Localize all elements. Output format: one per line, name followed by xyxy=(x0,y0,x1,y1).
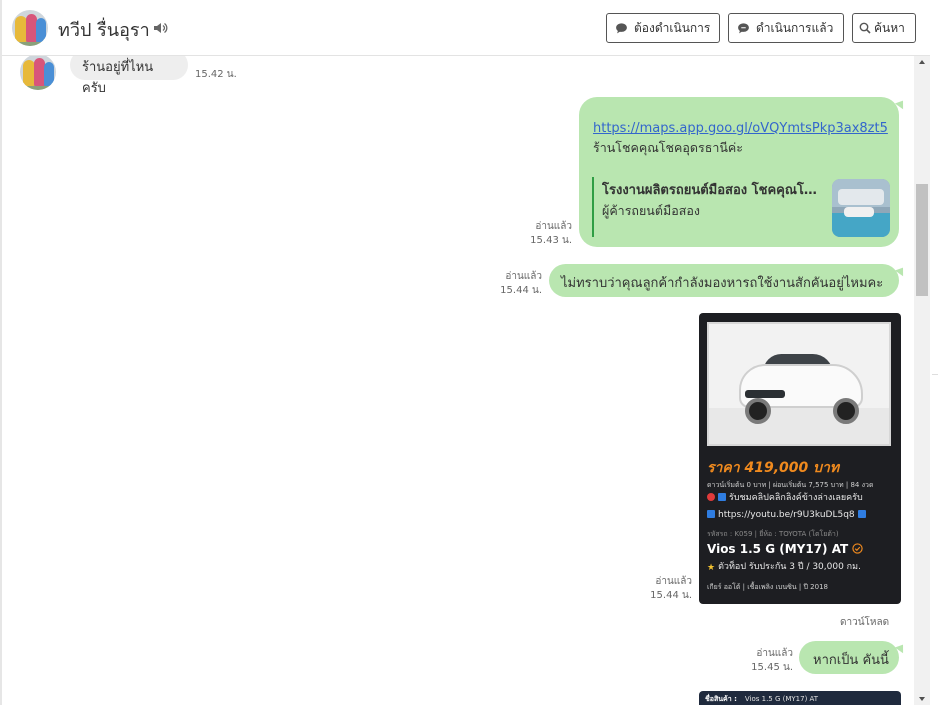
sender-avatar[interactable] xyxy=(20,56,56,90)
done-button-label: ดำเนินการแล้ว xyxy=(756,20,834,35)
car-image-message[interactable]: ราคา 419,000 บาท ดาวน์เริ่มต้น 0 บาท | ผ… xyxy=(699,313,901,604)
incoming-message[interactable]: ร้านอยู่ที่ไหนครับ xyxy=(70,56,188,96)
scroll-down-arrow[interactable] xyxy=(919,697,925,701)
message-text: หากเป็น คันนี้ xyxy=(813,653,889,668)
car-clip-line: รับชมคลิปคลิกลิงค์ข้างล่างเลยครับ xyxy=(707,492,863,504)
outgoing-message[interactable]: ไม่ทราบว่าคุณลูกค้ากำลังมองหารถใช้งานสัก… xyxy=(549,264,899,297)
map-link[interactable]: https://maps.app.goo.gl/oVQYmtsPkp3ax8zt… xyxy=(593,121,888,136)
arrow-down-icon xyxy=(857,510,866,518)
read-receipt: อ่านแล้ว xyxy=(655,576,692,587)
car-clip-text: รับชมคลิปคลิกลิงค์ข้างล่างเลยครับ xyxy=(729,493,863,503)
chat-scrollbar[interactable] xyxy=(914,56,930,705)
message-time: 15.45 น. xyxy=(751,662,793,673)
car-specs: เกียร์ ออโต้ | เชื้อเพลิง เบนซิน | ปี 20… xyxy=(707,583,828,591)
speaker-icon[interactable] xyxy=(152,20,168,36)
message-time: 15.43 น. xyxy=(530,235,572,246)
message-time: 15.44 น. xyxy=(500,285,542,296)
number-one-icon xyxy=(718,493,726,501)
read-receipt: อ่านแล้ว xyxy=(756,648,793,659)
sparkle-icon xyxy=(707,493,715,501)
outgoing-message[interactable]: หากเป็น คันนี้ xyxy=(799,641,899,674)
search-button-label: ค้นหา xyxy=(874,20,905,35)
star-icon: ★ xyxy=(707,563,716,573)
scroll-up-arrow[interactable] xyxy=(919,60,925,64)
read-receipt: อ่านแล้ว xyxy=(535,221,572,232)
car-finance: ดาวน์เริ่มต้น 0 บาท | ผ่อนเริ่มต้น 7,575… xyxy=(707,481,874,489)
chat-bubble-icon xyxy=(616,22,627,33)
car-model-text: Vios 1.5 G (MY17) AT xyxy=(707,542,849,556)
message-status: อ่านแล้ว 15.45 น. xyxy=(743,647,793,675)
message-status: อ่านแล้ว 15.43 น. xyxy=(522,220,572,248)
todo-button[interactable]: ต้องดำเนินการ xyxy=(606,13,720,43)
link-preview-title: โรงงานผลิตรถยนต์มือสอง โชคคุณโชค xyxy=(602,183,820,198)
car-youtube-line: https://youtu.be/r9U3kuDL5q8 xyxy=(707,509,869,521)
right-gutter xyxy=(930,0,938,705)
chat-header: ทวีป รื่นอุรา ต้องดำเนินการ ดำเนินการแล้… xyxy=(2,0,930,56)
divider xyxy=(932,374,938,375)
message-text: ไม่ทราบว่าคุณลูกค้ากำลังมองหารถใช้งานสัก… xyxy=(561,276,884,291)
car-photo xyxy=(707,322,891,446)
message-text: ร้านอยู่ที่ไหนครับ xyxy=(82,60,154,96)
car-code: รหัสรถ : K059 | ยี่ห้อ : TOYOTA (โตโยต้า… xyxy=(707,530,839,538)
done-button[interactable]: ดำเนินการแล้ว xyxy=(728,13,844,43)
check-box-icon xyxy=(707,510,715,518)
download-link[interactable]: ดาวน์โหลด xyxy=(840,615,889,630)
search-button[interactable]: ค้นหา xyxy=(852,13,916,43)
read-receipt: อ่านแล้ว xyxy=(505,271,542,282)
outgoing-message-link[interactable]: https://maps.app.goo.gl/oVQYmtsPkp3ax8zt… xyxy=(579,97,899,247)
message-status: อ่านแล้ว 15.44 น. xyxy=(492,270,542,298)
car-warranty-line: ★ ตัวท็อป รับประกัน 3 ปี / 30,000 กม. xyxy=(707,561,861,574)
chat-thread[interactable]: ร้านอยู่ที่ไหนครับ 15.42 น. https://maps… xyxy=(2,56,914,705)
search-icon xyxy=(859,22,871,34)
check-circle-icon xyxy=(852,543,864,554)
scroll-thumb[interactable] xyxy=(916,184,928,296)
message-text: ร้านโชคคุณโชคอุดรธานีค่ะ xyxy=(593,140,743,155)
link-preview-thumbnail xyxy=(832,179,890,237)
product-image-message[interactable]: ชื่อสินค้า : Vios 1.5 G (MY17) AT xyxy=(699,691,901,705)
message-time: 15.42 น. xyxy=(195,69,237,80)
contact-name: ทวีป รื่นอุรา xyxy=(58,20,150,41)
message-time: 15.44 น. xyxy=(650,590,692,601)
product-name-label: ชื่อสินค้า : xyxy=(705,695,737,703)
product-name-value: Vios 1.5 G (MY17) AT xyxy=(744,695,819,703)
car-model: Vios 1.5 G (MY17) AT xyxy=(707,542,864,556)
car-warranty: ตัวท็อป รับประกัน 3 ปี / 30,000 กม. xyxy=(718,562,861,572)
todo-button-label: ต้องดำเนินการ xyxy=(634,20,711,35)
car-youtube-link: https://youtu.be/r9U3kuDL5q8 xyxy=(718,510,855,520)
car-price: ราคา 419,000 บาท xyxy=(707,460,840,476)
contact-avatar[interactable] xyxy=(12,10,48,46)
link-preview-subtitle: ผู้ค้ารถยนต์มือสอง xyxy=(602,203,700,218)
message-status: อ่านแล้ว 15.44 น. xyxy=(642,575,692,603)
link-preview[interactable]: โรงงานผลิตรถยนต์มือสอง โชคคุณโชค ผู้ค้าร… xyxy=(592,177,890,237)
product-name-line: ชื่อสินค้า : Vios 1.5 G (MY17) AT xyxy=(705,694,818,705)
chat-bubble-icon xyxy=(738,22,749,33)
